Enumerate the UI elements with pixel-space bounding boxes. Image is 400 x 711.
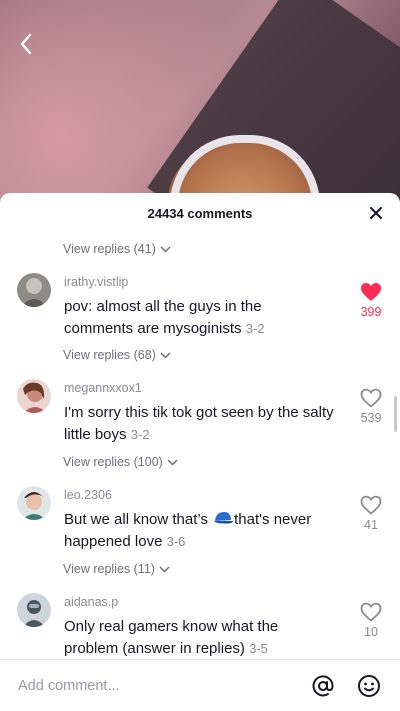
like-button[interactable]: 399 [356,282,386,319]
comment-username[interactable]: leo.2306 [64,488,112,502]
back-arrow-icon [20,33,32,55]
comment-body: Only real gamers know what the problem (… [64,618,279,657]
avatar[interactable] [17,486,51,520]
heart-icon [360,495,382,515]
like-count: 10 [364,625,378,639]
like-button[interactable]: 539 [356,388,386,425]
view-replies-label: View replies (100) [63,455,163,469]
heart-icon [360,602,382,622]
avatar[interactable] [17,273,51,307]
comment-username[interactable]: megannxxox1 [64,381,142,395]
comments-sheet: 24434 comments View replies (41) irathy.… [0,193,400,711]
view-replies-link[interactable]: View replies (100) [63,455,178,469]
back-button[interactable] [14,30,38,58]
view-replies-link[interactable]: View replies (41) [63,242,171,256]
comment-username[interactable]: aidanas.p [64,595,118,609]
comment-body: pov: almost all the guys in the comments… [64,298,262,337]
comment-username[interactable]: irathy.vistlip [64,275,128,289]
comment-date: 3-5 [249,641,268,656]
like-button[interactable]: 41 [356,495,386,532]
comment-date: 3-6 [166,534,186,549]
scrollbar[interactable] [394,396,397,432]
comment-text: Only real gamers know what the problem (… [64,616,334,660]
at-mention-icon [312,674,334,696]
chevron-down-icon [160,245,171,253]
heart-icon [361,283,381,301]
emoji-button[interactable] [354,671,384,701]
like-count: 539 [360,411,382,425]
like-button[interactable]: 10 [356,602,386,639]
view-replies-link[interactable]: View replies (68) [63,348,171,362]
like-count: 399 [360,305,382,319]
comment-date: 3-2 [245,321,265,336]
add-comment-input[interactable]: Add comment... [18,678,308,694]
comment-body: But we all know that’s [64,511,213,528]
comment-text: I'm sorry this tik tok got seen by the s… [64,402,334,446]
close-button[interactable] [366,203,386,223]
view-replies-link[interactable]: View replies (11) [63,562,170,576]
comment-body: I'm sorry this tik tok got seen by the s… [64,404,334,443]
chevron-down-icon [159,565,170,573]
like-count: 41 [364,518,378,532]
chevron-down-icon [167,458,178,466]
avatar[interactable] [17,379,51,413]
view-replies-label: View replies (11) [63,562,155,576]
comments-count-title: 24434 comments [147,205,253,221]
comment-text: pov: almost all the guys in the comments… [64,296,334,340]
comment-text: But we all know that’s that's never happ… [64,509,334,553]
view-replies-label: View replies (41) [63,242,156,256]
avatar[interactable] [17,593,51,627]
comment-input-bar: Add comment... [0,659,400,711]
close-icon [370,207,382,219]
blue-cap-emoji [214,512,234,524]
view-replies-label: View replies (68) [63,348,156,362]
comment-date: 3-2 [130,427,150,442]
comments-header: 24434 comments [0,193,400,233]
mention-button[interactable] [308,671,338,701]
chevron-down-icon [160,351,171,359]
heart-icon [360,388,382,408]
emoji-icon [358,674,380,697]
